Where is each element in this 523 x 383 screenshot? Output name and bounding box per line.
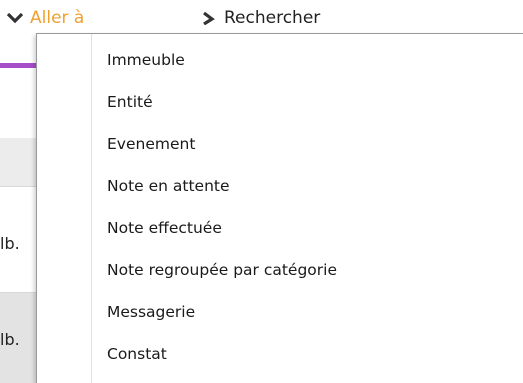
menu-item-note-en-attente[interactable]: Note en attente bbox=[37, 165, 523, 207]
search-label: Rechercher bbox=[224, 8, 321, 28]
menu-item-label: Note effectuée bbox=[107, 219, 222, 237]
top-nav-bar: Aller à Rechercher bbox=[0, 0, 523, 34]
menu-item-label: Note regroupée par catégorie bbox=[107, 261, 338, 279]
menu-item-label: Immeuble bbox=[107, 51, 185, 69]
goto-dropdown-menu: Immeuble Entité Evenement Note en attent… bbox=[36, 33, 523, 383]
menu-item-label: Constat bbox=[107, 345, 167, 363]
background-header-row bbox=[0, 138, 36, 186]
background-row-label: lb. bbox=[0, 330, 20, 349]
menu-item-label: Note en attente bbox=[107, 177, 230, 195]
menu-item-entite[interactable]: Entité bbox=[37, 81, 523, 123]
search-nav-button[interactable]: Rechercher bbox=[200, 8, 320, 28]
menu-item-messagerie[interactable]: Messagerie bbox=[37, 291, 523, 333]
goto-label: Aller à bbox=[30, 8, 85, 28]
menu-item-label: Entité bbox=[107, 93, 153, 111]
menu-item-label: Messagerie bbox=[107, 303, 196, 321]
menu-item-constat[interactable]: Constat bbox=[37, 333, 523, 375]
menu-item-label: Evenement bbox=[107, 135, 196, 153]
chevron-down-icon bbox=[6, 12, 24, 24]
menu-item-note-regroupee[interactable]: Note regroupée par catégorie bbox=[37, 249, 523, 291]
menu-item-note-effectuee[interactable]: Note effectuée bbox=[37, 207, 523, 249]
chevron-right-icon bbox=[203, 11, 215, 25]
row-divider bbox=[0, 186, 36, 187]
background-row-label: lb. bbox=[0, 234, 20, 253]
goto-menu-button[interactable]: Aller à bbox=[6, 8, 84, 28]
menu-item-immeuble[interactable]: Immeuble bbox=[37, 39, 523, 81]
menu-item-evenement[interactable]: Evenement bbox=[37, 123, 523, 165]
